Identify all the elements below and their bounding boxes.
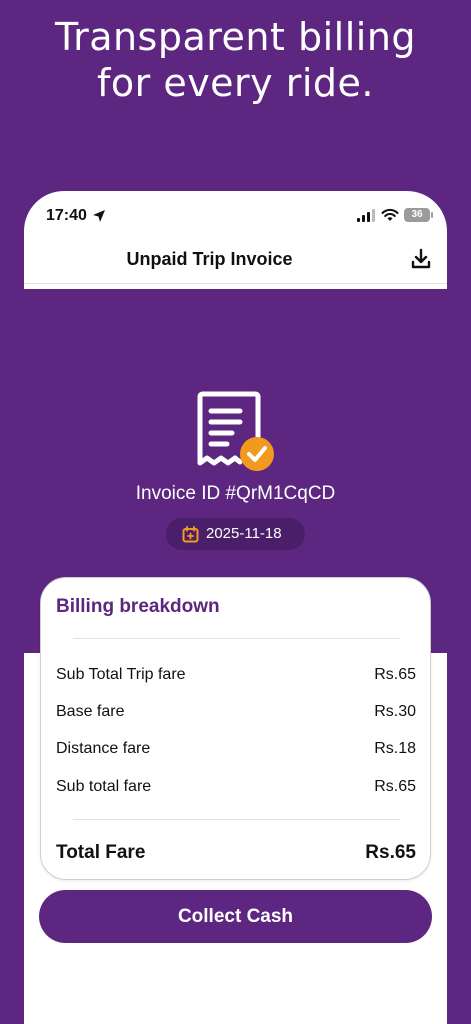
download-icon[interactable]: [409, 247, 433, 271]
billing-row: Base fare Rs.30: [56, 703, 416, 725]
promo-headline: Transparent billing for every ride.: [0, 14, 471, 106]
status-bar: 17:40 36: [24, 191, 447, 241]
headline-line-1: Transparent billing: [54, 15, 417, 59]
card-divider: [73, 638, 400, 639]
wifi-icon: [381, 208, 399, 221]
row-value: Rs.18: [374, 740, 416, 757]
header-divider: [24, 283, 447, 284]
headline-line-2: for every ride.: [96, 61, 375, 105]
billing-title: Billing breakdown: [56, 596, 220, 617]
status-time: 17:40: [46, 207, 87, 224]
nav-bar: Unpaid Trip Invoice: [24, 241, 447, 285]
row-label: Sub total fare: [56, 778, 152, 795]
invoice-id: Invoice ID #QrM1CqCD: [135, 483, 336, 504]
row-label: Distance fare: [56, 740, 151, 757]
location-arrow-icon: [93, 210, 105, 222]
card-divider: [73, 819, 400, 820]
signal-icon: [357, 209, 375, 222]
phone-screen: 17:40 36 Unpaid Trip Invoice Invoice ID …: [24, 191, 447, 1024]
battery-icon: 36: [404, 208, 433, 222]
total-value: Rs.65: [365, 842, 416, 863]
invoice-date: 2025-11-18: [206, 525, 282, 542]
app-header: 17:40 36 Unpaid Trip Invoice: [24, 191, 447, 289]
row-value: Rs.30: [374, 703, 416, 720]
row-label: Base fare: [56, 703, 125, 720]
collect-cash-button[interactable]: Collect Cash: [39, 890, 432, 943]
row-value: Rs.65: [374, 666, 416, 683]
billing-row: Sub Total Trip fare Rs.65: [56, 666, 416, 688]
row-label: Sub Total Trip fare: [56, 666, 186, 683]
total-label: Total Fare: [56, 842, 146, 863]
calendar-icon: [182, 526, 199, 543]
total-row: Total Fare Rs.65: [56, 842, 416, 868]
date-badge: 2025-11-18: [166, 518, 305, 550]
page-title: Unpaid Trip Invoice: [126, 249, 293, 269]
receipt-check-icon: [197, 391, 274, 471]
billing-card: Billing breakdown Sub Total Trip fare Rs…: [40, 577, 431, 880]
billing-row: Sub total fare Rs.65: [56, 778, 416, 800]
row-value: Rs.65: [374, 778, 416, 795]
billing-row: Distance fare Rs.18: [56, 740, 416, 762]
